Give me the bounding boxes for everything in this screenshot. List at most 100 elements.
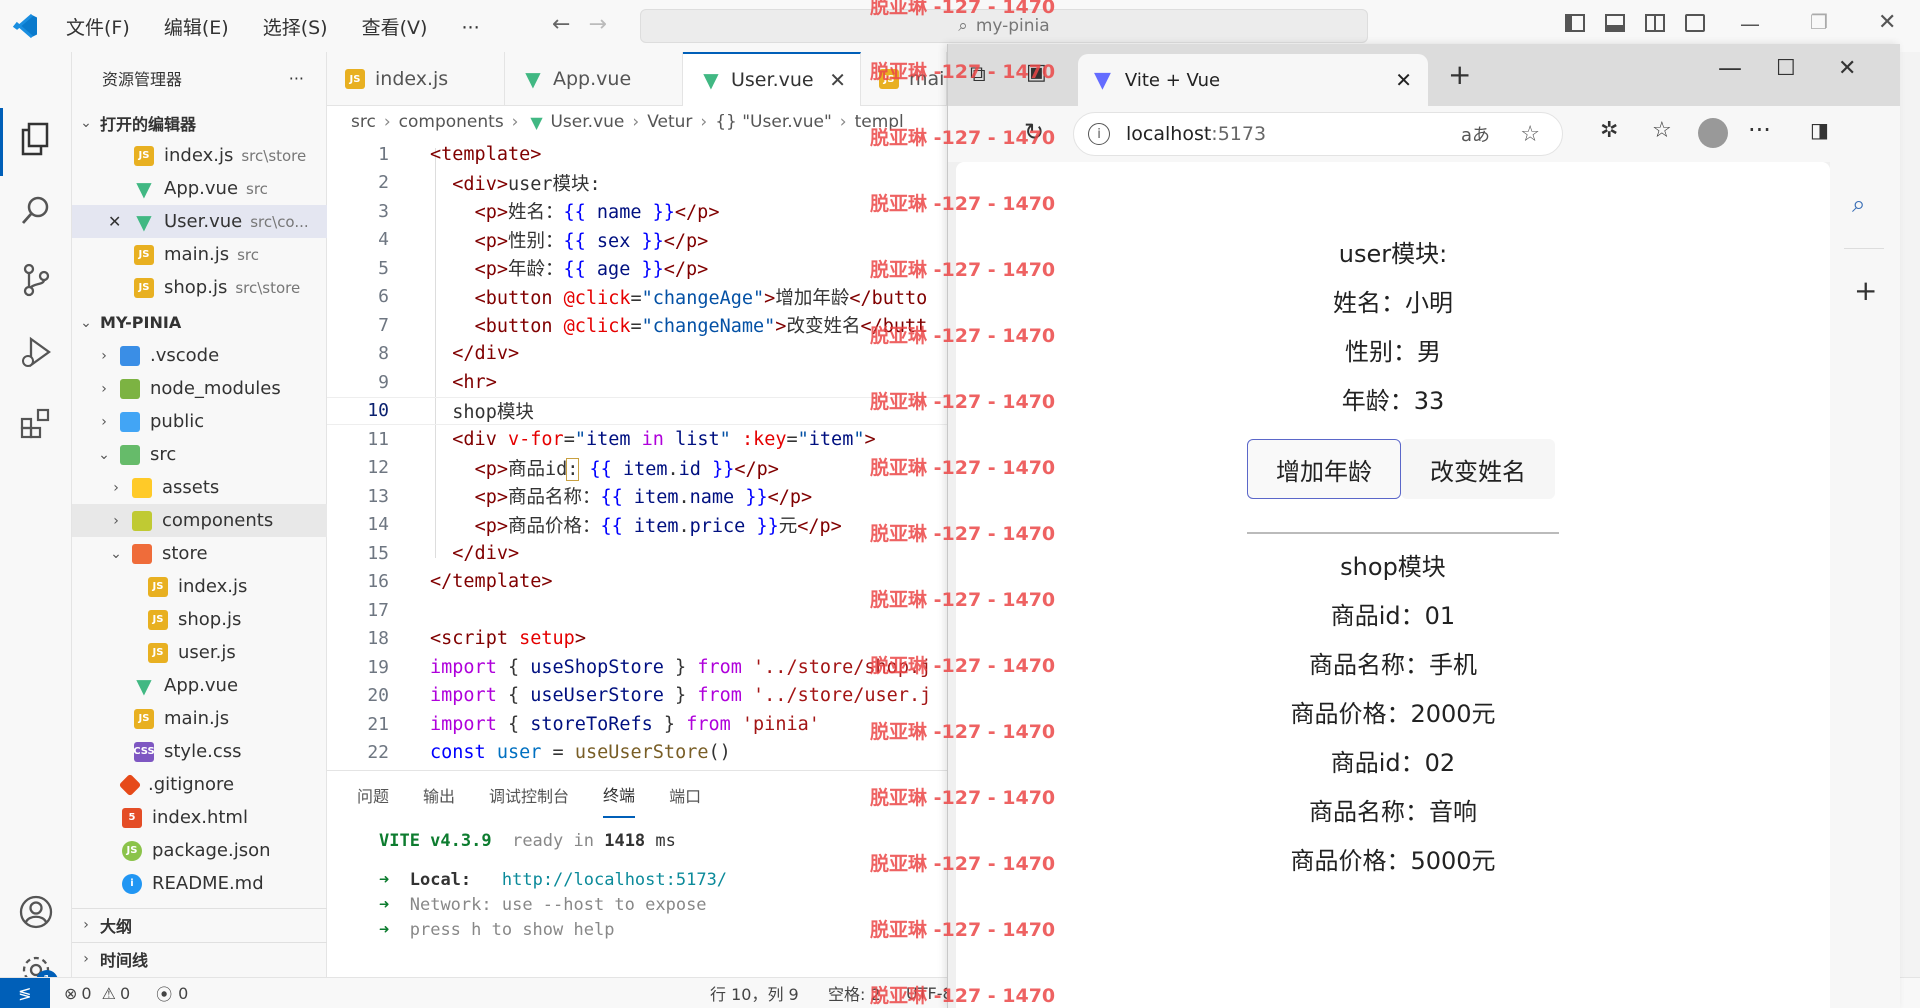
code-text: </div> [452, 542, 520, 564]
panel-tab-ports[interactable]: 端口 [669, 773, 701, 817]
open-editor-item[interactable]: JS index.js src\store [72, 139, 327, 172]
explorer-more-button[interactable]: ··· [289, 69, 304, 88]
customize-layout-icon[interactable] [1685, 14, 1705, 32]
ports-icon[interactable]: ⦿ [156, 981, 172, 1005]
profile-avatar[interactable] [1698, 118, 1728, 148]
breadcrumb-item[interactable]: components [399, 112, 504, 132]
minimize-icon[interactable]: — [1740, 12, 1760, 36]
site-info-icon[interactable]: i [1088, 123, 1110, 145]
tree-folder-open[interactable]: ⌄ store [72, 537, 327, 570]
local-url-link[interactable]: http://localhost:5173/ [502, 870, 727, 890]
command-center-search[interactable]: ⌕ my-pinia [640, 9, 1368, 43]
tree-folder-open[interactable]: ⌄ src [72, 438, 327, 471]
close-window-icon[interactable]: ✕ [1838, 56, 1856, 81]
run-debug-icon[interactable] [14, 330, 58, 374]
tab-actions-icon[interactable]: ▣ [1026, 60, 1047, 85]
workspaces-icon[interactable]: ⧉ [970, 62, 986, 87]
restore-icon[interactable]: ❐ [1810, 10, 1828, 34]
vue-file-icon: ▼ [530, 112, 543, 132]
close-window-icon[interactable]: ✕ [1878, 10, 1896, 35]
forward-arrow-icon[interactable]: → [588, 12, 624, 37]
explorer-icon[interactable] [14, 118, 58, 162]
open-editor-item-active[interactable]: ✕ ▼ User.vue src\co... [72, 205, 327, 238]
tree-folder[interactable]: › .vscode [72, 339, 327, 372]
tab-main-js[interactable]: JS mai [861, 52, 947, 106]
open-editors-header[interactable]: ⌄ 打开的编辑器 [72, 106, 327, 139]
breadcrumb-item[interactable]: templ [855, 112, 904, 132]
extensions-icon[interactable] [14, 402, 58, 446]
panel-tab-problems[interactable]: 问题 [357, 773, 389, 817]
new-tab-icon[interactable]: + [1448, 58, 1471, 91]
tab-user-vue[interactable]: ▼ User.vue ✕ [683, 52, 861, 106]
maximize-icon[interactable]: ☐ [1776, 56, 1796, 81]
tree-file[interactable]: JS main.js [72, 702, 327, 735]
tree-file[interactable]: .gitignore [72, 768, 327, 801]
tree-file[interactable]: ▼ App.vue [72, 669, 327, 702]
terminal-output[interactable]: VITE v4.3.9 ready in 1418 ms ➜ Local: ht… [327, 831, 947, 945]
more-options-icon[interactable]: ··· [1748, 116, 1771, 144]
close-tab-icon[interactable]: ✕ [1395, 68, 1412, 92]
cursor-position[interactable]: 行 10，列 9 [710, 981, 799, 1005]
favorite-star-icon[interactable]: ☆ [1520, 122, 1540, 147]
open-editor-item[interactable]: JS shop.js src\store [72, 271, 327, 304]
tree-folder[interactable]: › node_modules [72, 372, 327, 405]
tree-folder[interactable]: › components [72, 504, 327, 537]
warning-icon[interactable]: ⚠ [102, 984, 116, 1003]
tree-folder[interactable]: › assets [72, 471, 327, 504]
menu-more[interactable]: ··· [462, 17, 480, 39]
code-editor[interactable]: 1 <template> 2 <div>user模块: 3 <p>姓名：{{ na… [327, 138, 947, 770]
outline-header[interactable]: › 大纲 [72, 908, 327, 941]
indent-spaces[interactable]: 空格: 2 [828, 981, 881, 1005]
sidebar-toggle-icon[interactable]: ◨ [1810, 118, 1829, 142]
increase-age-button[interactable]: 增加年龄 [1247, 439, 1401, 499]
tree-file[interactable]: JS user.js [72, 636, 327, 669]
tree-file[interactable]: JS shop.js [72, 603, 327, 636]
breadcrumb-item[interactable]: Vetur [647, 112, 692, 132]
change-name-button[interactable]: 改变姓名 [1401, 439, 1555, 499]
address-bar[interactable]: i localhost:5173 aあ ☆ [1073, 112, 1563, 156]
minimize-icon[interactable]: — [1718, 54, 1742, 82]
browser-tab-active[interactable]: ▼ Vite + Vue ✕ [1078, 54, 1428, 106]
menu-selection[interactable]: 选择(S) [263, 17, 328, 39]
menu-edit[interactable]: 编辑(E) [164, 17, 229, 39]
favorites-icon[interactable]: ☆ [1652, 118, 1672, 143]
tree-file[interactable]: CSS style.css [72, 735, 327, 768]
tree-folder[interactable]: › public [72, 405, 327, 438]
toggle-panel-icon[interactable] [1605, 14, 1625, 32]
breadcrumb-item[interactable]: User.vue [550, 112, 624, 132]
menu-file[interactable]: 文件(F) [66, 17, 130, 39]
open-editor-item[interactable]: ▼ App.vue src [72, 172, 327, 205]
add-sidebar-icon[interactable]: + [1854, 274, 1877, 307]
panel-tab-debug-console[interactable]: 调试控制台 [489, 773, 569, 817]
tree-file[interactable]: 5 index.html [72, 801, 327, 834]
search-icon[interactable]: ⌕ [1852, 190, 1865, 218]
tree-file[interactable]: i README.md [72, 867, 327, 900]
search-icon[interactable] [14, 188, 58, 232]
panel-tab-output[interactable]: 输出 [423, 773, 455, 817]
timeline-header[interactable]: › 时间线 [72, 942, 327, 975]
extensions-icon[interactable]: ✲ [1600, 118, 1618, 143]
toggle-secondary-sidebar-icon[interactable] [1645, 14, 1665, 32]
close-tab-icon[interactable]: ✕ [829, 68, 846, 92]
tab-app-vue[interactable]: ▼ App.vue [505, 52, 683, 106]
project-header[interactable]: ⌄ MY-PINIA [72, 306, 327, 339]
open-editor-item[interactable]: JS main.js src [72, 238, 327, 271]
refresh-icon[interactable]: ↻ [1024, 118, 1044, 146]
tab-index-js[interactable]: JS index.js [327, 52, 505, 106]
read-aloud-icon[interactable]: aあ [1461, 121, 1490, 147]
remote-indicator-icon[interactable]: ≶ [0, 977, 50, 1008]
toggle-sidebar-icon[interactable] [1565, 14, 1585, 32]
breadcrumb-item[interactable]: src [351, 112, 376, 132]
tree-file[interactable]: JS index.js [72, 570, 327, 603]
tree-file[interactable]: JS package.json [72, 834, 327, 867]
line-number: 11 [367, 428, 389, 450]
account-icon[interactable] [14, 890, 58, 934]
encoding[interactable]: UTF-8 [906, 984, 953, 1003]
breadcrumb-item[interactable]: {} "User.vue" [715, 112, 832, 132]
source-control-icon[interactable] [14, 258, 58, 302]
panel-tab-terminal[interactable]: 终端 [603, 772, 636, 818]
menu-view[interactable]: 查看(V) [362, 17, 428, 39]
close-editor-icon[interactable]: ✕ [108, 212, 134, 231]
error-icon[interactable]: ⊗ [64, 984, 77, 1003]
back-arrow-icon[interactable]: ← [552, 12, 588, 37]
